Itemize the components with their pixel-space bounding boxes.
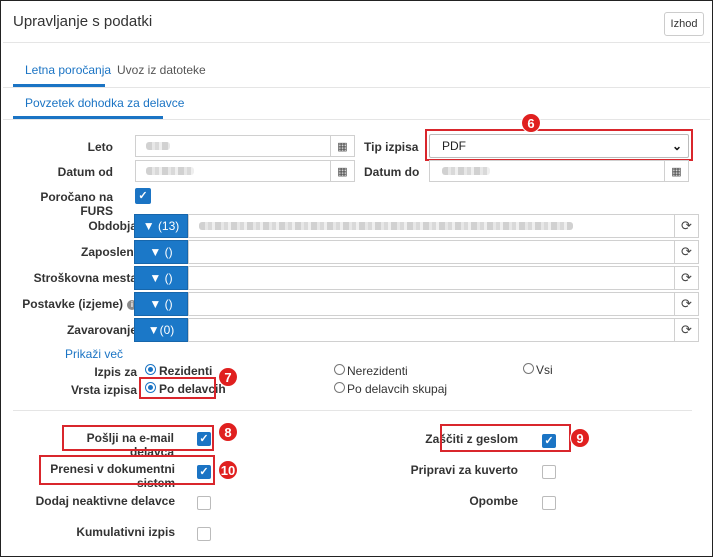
calendar-icon[interactable]: ▦: [330, 161, 354, 181]
leto-input[interactable]: ▦: [135, 135, 355, 157]
datum-do-input[interactable]: ▦: [429, 160, 689, 182]
annotation-box-10: [39, 455, 215, 485]
blurred-value: [146, 167, 194, 175]
refresh-icon[interactable]: ⟳: [674, 293, 698, 315]
radio-label-nerezidenti: Nerezidenti: [347, 364, 408, 378]
annotation-box-7: [139, 377, 216, 399]
calendar-icon[interactable]: ▦: [330, 136, 354, 156]
annotation-badge-10: 10: [218, 460, 238, 480]
radio-rezidenti[interactable]: [145, 364, 156, 375]
section-divider: [13, 410, 692, 411]
tip-izpisa-label: Tip izpisa: [364, 140, 419, 154]
filter-icon: ▼: [142, 219, 155, 233]
subtab-povzetek[interactable]: Povzetek dohodka za delavce: [25, 96, 184, 110]
radio-label-rezidenti: Rezidenti: [159, 364, 213, 378]
filter-button-stroskovna-mesta[interactable]: ▼ (): [134, 266, 188, 290]
filter-label-zaposleni: Zaposleni: [80, 245, 137, 259]
annotation-box-6: [425, 129, 693, 161]
annotation-box-8: [62, 425, 214, 451]
exit-button[interactable]: Izhod: [664, 12, 704, 36]
annotation-box-9: [440, 424, 571, 452]
filter-count: (): [164, 271, 173, 285]
radio-vsi[interactable]: [523, 363, 534, 374]
blurred-value: [199, 222, 573, 230]
prikazi-vec-link[interactable]: Prikaži več: [65, 347, 123, 361]
filter-button-obdobja[interactable]: ▼ (13): [134, 214, 188, 238]
leto-label: Leto: [87, 140, 113, 154]
annotation-badge-7: 7: [218, 367, 238, 387]
filter-button-zaposleni[interactable]: ▼ (): [134, 240, 188, 264]
filter-count: (13): [157, 219, 180, 233]
datum-od-input[interactable]: ▦: [135, 160, 355, 182]
refresh-icon[interactable]: ⟳: [674, 241, 698, 263]
tab-letna-porocanja[interactable]: Letna poročanja: [25, 63, 111, 77]
filter-icon: ▼: [149, 245, 162, 259]
app-window: Upravljanje s podatki Izhod Letna poroča…: [0, 0, 713, 557]
refresh-icon[interactable]: ⟳: [674, 267, 698, 289]
blurred-value: [442, 167, 490, 175]
datum-od-label: Datum od: [57, 165, 113, 179]
refresh-icon[interactable]: ⟳: [674, 319, 698, 341]
datum-do-label: Datum do: [364, 165, 420, 179]
filter-icon: ▼: [149, 271, 162, 285]
option-label-dodaj-neaktivne: Dodaj neaktivne delavce: [35, 494, 175, 508]
filter-label-text: Postavke (izjeme): [22, 297, 123, 311]
tabs-divider: [3, 87, 710, 88]
checkbox-pripravi-kuverto[interactable]: [542, 465, 556, 479]
filter-field-zaposleni[interactable]: ⟳: [188, 240, 699, 264]
filter-field-stroskovna-mesta[interactable]: ⟳: [188, 266, 699, 290]
radio-label-po-delavcih-skupaj: Po delavcih skupaj: [347, 382, 448, 396]
filter-label-obdobja: Obdobja: [88, 219, 137, 233]
radio-po-delavcih-skupaj[interactable]: [334, 382, 345, 393]
filter-count: (): [164, 297, 173, 311]
izpis-za-label: Izpis za: [94, 365, 137, 379]
annotation-badge-9: 9: [570, 428, 590, 448]
checkbox-dodaj-neaktivne[interactable]: [197, 496, 211, 510]
filter-button-zavarovanje[interactable]: ▼ (0): [134, 318, 188, 342]
filter-label-postavke: Postavke (izjeme) i: [9, 297, 137, 311]
checkbox-kumulativni[interactable]: [197, 527, 211, 541]
filter-icon: ▼: [147, 323, 160, 337]
filter-count: (0): [159, 323, 175, 337]
vrsta-izpisa-label: Vrsta izpisa: [70, 383, 137, 397]
filter-field-zavarovanje[interactable]: ⟳: [188, 318, 699, 342]
refresh-icon[interactable]: ⟳: [674, 215, 698, 237]
blurred-value: [146, 142, 170, 150]
filter-icon: ▼: [149, 297, 162, 311]
filter-label-zavarovanje: Zavarovanje: [66, 323, 137, 337]
calendar-icon[interactable]: ▦: [664, 161, 688, 181]
tab-uvoz-iz-datoteke[interactable]: Uvoz iz datoteke: [117, 63, 206, 77]
annotation-badge-6: 6: [521, 113, 541, 133]
annotation-badge-8: 8: [218, 422, 238, 442]
porocano-furs-checkbox[interactable]: ✓: [135, 188, 151, 204]
filter-button-postavke[interactable]: ▼ (): [134, 292, 188, 316]
option-label-kumulativni: Kumulativni izpis: [76, 525, 175, 539]
subtabs-divider: [3, 119, 710, 120]
option-label-pripravi-kuverto: Pripravi za kuverto: [410, 463, 518, 477]
porocano-furs-label: Poročano na FURS: [40, 190, 113, 218]
radio-nerezidenti[interactable]: [334, 364, 345, 375]
header-divider: [3, 42, 710, 43]
filter-label-stroskovna-mesta: Stroškovna mesta: [33, 271, 137, 285]
filter-field-obdobja[interactable]: ⟳: [188, 214, 699, 238]
radio-label-vsi: Vsi: [536, 363, 553, 377]
checkbox-opombe[interactable]: [542, 496, 556, 510]
window-title: Upravljanje s podatki: [13, 13, 153, 30]
filter-count: (): [164, 245, 173, 259]
filter-field-postavke[interactable]: ⟳: [188, 292, 699, 316]
option-label-opombe: Opombe: [469, 494, 518, 508]
